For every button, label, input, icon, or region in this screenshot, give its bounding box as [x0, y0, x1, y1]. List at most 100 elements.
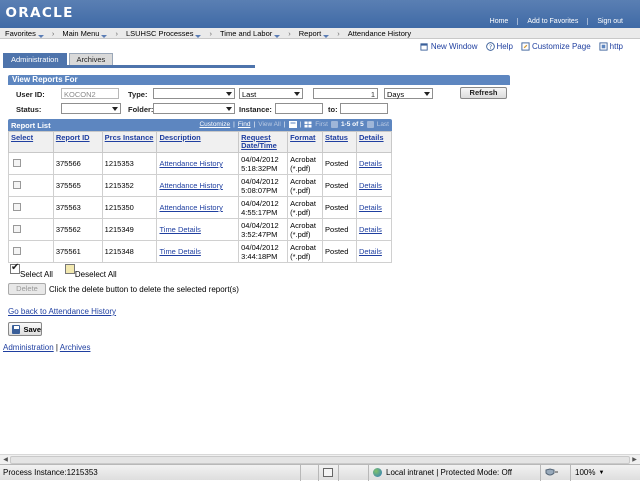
- nav-report[interactable]: Report: [294, 29, 335, 38]
- nav-lsuhsc-processes[interactable]: LSUHSC Processes: [121, 29, 207, 38]
- deselect-all-button[interactable]: Deselect All: [64, 264, 117, 279]
- administration-link[interactable]: Administration: [3, 343, 54, 352]
- grid-separator: |: [253, 121, 256, 128]
- status-cell: Posted: [322, 240, 357, 263]
- col-details[interactable]: Details: [355, 131, 393, 153]
- table-row: 375566 1215353 Attendance History 04/04/…: [8, 152, 393, 175]
- save-button[interactable]: Save: [8, 322, 42, 336]
- col-format[interactable]: Format: [287, 131, 324, 153]
- nav-favorites[interactable]: Favorites: [0, 29, 49, 38]
- folder-label: Folder:: [128, 105, 154, 114]
- archives-link[interactable]: Archives: [60, 343, 91, 352]
- scrollbar-thumb[interactable]: [10, 456, 630, 464]
- find-link[interactable]: Find: [238, 121, 251, 128]
- col-prcs-instance[interactable]: Prcs Instance: [101, 131, 158, 153]
- user-id-field[interactable]: KOCON2: [61, 88, 119, 99]
- first-link[interactable]: First: [315, 121, 328, 128]
- prcs-instance-cell: 1215348: [101, 240, 158, 263]
- spreadsheet-icon[interactable]: [304, 121, 312, 128]
- protected-mode-icon[interactable]: [540, 464, 570, 481]
- col-description[interactable]: Description: [156, 131, 240, 153]
- last-select[interactable]: Last: [239, 88, 303, 99]
- header-links: Home Add to Favorites Sign out: [481, 18, 632, 25]
- col-status[interactable]: Status: [322, 131, 357, 153]
- description-link[interactable]: Attendance History: [159, 159, 222, 168]
- nav-time-and-labor[interactable]: Time and Labor: [215, 29, 285, 38]
- prcs-instance-cell: 1215349: [101, 218, 158, 241]
- report-list-title: Report List: [11, 120, 51, 130]
- status-select[interactable]: [61, 103, 121, 114]
- count-field[interactable]: 1: [313, 88, 378, 99]
- customize-page-link[interactable]: Customize Page: [521, 42, 591, 51]
- next-icon[interactable]: [366, 121, 374, 128]
- help-icon: ?: [485, 42, 495, 51]
- new-window-link[interactable]: New Window: [420, 42, 478, 51]
- last-link[interactable]: Last: [377, 121, 389, 128]
- home-link[interactable]: Home: [481, 18, 518, 25]
- prcs-instance-cell: 1215350: [101, 196, 158, 219]
- description-link[interactable]: Attendance History: [159, 203, 222, 212]
- checkmark-icon: [10, 262, 20, 274]
- tab-administration[interactable]: Administration: [3, 53, 67, 65]
- request-time: 4:55:17PM: [241, 207, 278, 217]
- horizontal-scrollbar[interactable]: ◀ ▶: [0, 454, 640, 464]
- user-id-label: User ID:: [16, 90, 45, 99]
- report-id-cell: 375561: [52, 240, 103, 263]
- nav-separator: ›: [51, 28, 55, 38]
- instance-to-field[interactable]: [340, 103, 388, 114]
- sign-out-link[interactable]: Sign out: [587, 18, 632, 25]
- help-link[interactable]: ? Help: [485, 42, 513, 51]
- details-link[interactable]: Details: [359, 159, 382, 168]
- refresh-button[interactable]: Refresh: [460, 87, 507, 99]
- table-row: 375562 1215349 Time Details 04/04/2012 3:…: [8, 218, 393, 241]
- customize-grid-link[interactable]: Customize: [199, 121, 230, 128]
- unit-select[interactable]: Days: [384, 88, 433, 99]
- select-all-button[interactable]: Select All: [10, 262, 53, 279]
- customize-page-icon: [521, 42, 530, 51]
- scroll-left-icon[interactable]: ◀: [1, 456, 10, 464]
- type-select[interactable]: [153, 88, 235, 99]
- description-link[interactable]: Attendance History: [159, 181, 222, 190]
- table-header-row: Select Report ID Prcs Instance Descripti…: [8, 131, 393, 153]
- view-all-link[interactable]: View All: [258, 121, 281, 128]
- row-select-checkbox[interactable]: [13, 224, 21, 233]
- details-link[interactable]: Details: [359, 203, 382, 212]
- chevron-down-icon: [424, 92, 430, 96]
- nav-attendance-history[interactable]: Attendance History: [343, 29, 416, 38]
- row-select-checkbox[interactable]: [13, 158, 21, 167]
- details-link[interactable]: Details: [359, 181, 382, 190]
- request-date: 04/04/2012: [241, 198, 279, 208]
- details-link[interactable]: Details: [359, 225, 382, 234]
- col-request-date-time[interactable]: Request Date/Time: [238, 131, 289, 153]
- process-instance-status: Process Instance:1215353: [3, 468, 98, 477]
- back-to-attendance-history-link[interactable]: Go back to Attendance History: [8, 307, 116, 316]
- description-link[interactable]: Time Details: [159, 225, 200, 234]
- row-select-checkbox[interactable]: [13, 246, 21, 255]
- scroll-right-icon[interactable]: ▶: [630, 456, 639, 464]
- shield-icon: [545, 468, 558, 476]
- deselect-icon: [64, 264, 75, 274]
- details-link[interactable]: Details: [359, 247, 382, 256]
- download-icon[interactable]: [288, 121, 297, 128]
- col-select[interactable]: Select: [8, 131, 54, 153]
- row-select-checkbox[interactable]: [13, 180, 21, 189]
- report-table: Select Report ID Prcs Instance Descripti…: [8, 131, 393, 263]
- app-header: ORACLE Home Add to Favorites Sign out: [0, 0, 640, 28]
- add-to-favorites-link[interactable]: Add to Favorites: [517, 18, 587, 25]
- delete-button[interactable]: Delete: [8, 283, 46, 295]
- security-zone[interactable]: Local intranet | Protected Mode: Off: [368, 464, 540, 481]
- tab-archives[interactable]: Archives: [68, 53, 114, 65]
- request-date: 04/04/2012: [241, 176, 279, 186]
- zoom-control[interactable]: 100% ▼: [570, 464, 620, 481]
- nav-main-menu[interactable]: Main Menu: [57, 29, 112, 38]
- previous-icon[interactable]: [330, 121, 338, 128]
- folder-select[interactable]: [153, 103, 235, 114]
- description-link[interactable]: Time Details: [159, 247, 200, 256]
- col-report-id[interactable]: Report ID: [52, 131, 103, 153]
- select-all-label: Select All: [20, 270, 53, 279]
- report-id-cell: 375565: [52, 174, 103, 197]
- http-link[interactable]: http: [599, 42, 623, 51]
- chevron-down-icon: [226, 107, 232, 111]
- instance-from-field[interactable]: [275, 103, 323, 114]
- row-select-checkbox[interactable]: [13, 202, 21, 211]
